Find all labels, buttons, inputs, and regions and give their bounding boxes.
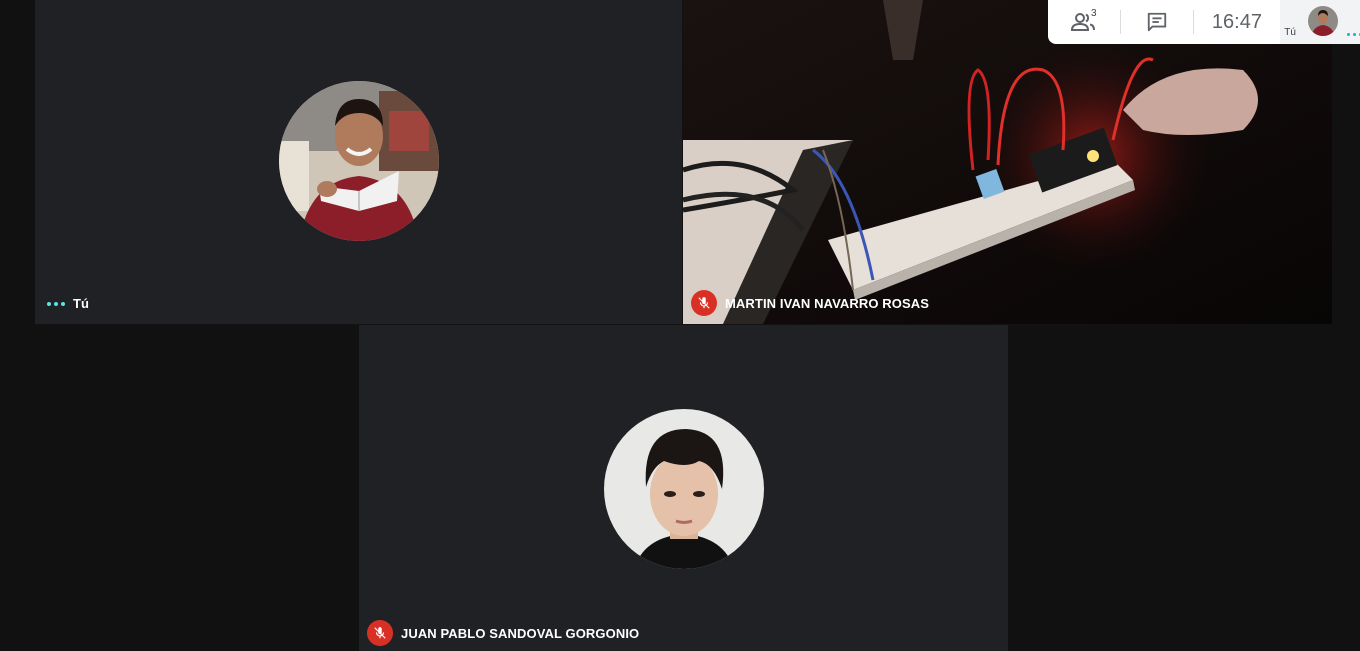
self-mini-avatar: [1308, 6, 1339, 36]
participant-name-row: JUAN PABLO SANDOVAL GORGONIO: [367, 620, 639, 646]
participant-name: MARTIN IVAN NAVARRO ROSAS: [725, 295, 929, 311]
meeting-info-bar: 3 16:47 Tú: [1048, 0, 1360, 44]
participant-name: Tú: [73, 296, 90, 311]
participant-tile-self[interactable]: Tú: [35, 0, 682, 324]
mic-off-icon: [691, 290, 717, 316]
chat-button[interactable]: [1121, 0, 1193, 44]
people-button[interactable]: 3: [1048, 0, 1120, 44]
avatar-self: [279, 81, 439, 241]
participant-name-row: MARTIN IVAN NAVARRO ROSAS: [691, 290, 929, 316]
self-preview[interactable]: Tú: [1280, 0, 1360, 44]
avatar-juan: [604, 409, 764, 569]
clock: 16:47: [1211, 10, 1262, 33]
speaking-dots-icon: [1347, 33, 1360, 36]
participant-tile-martin[interactable]: MARTIN IVAN NAVARRO ROSAS: [683, 0, 1332, 324]
mic-off-icon: [367, 620, 393, 646]
participant-name: JUAN PABLO SANDOVAL GORGONIO: [401, 625, 640, 641]
participant-name-row: Tú: [47, 296, 89, 311]
chat-icon: [1146, 11, 1168, 33]
participant-tile-juan[interactable]: JUAN PABLO SANDOVAL GORGONIO: [359, 325, 1008, 651]
video-feed: [683, 0, 1332, 324]
participant-count: 3: [1091, 8, 1097, 19]
speaking-dots-icon: [47, 301, 65, 306]
meeting-grid: Tú MARTIN IVAN NAVARRO ROSAS JUAN PABLO …: [0, 0, 1360, 651]
self-label: Tú: [1284, 27, 1296, 38]
